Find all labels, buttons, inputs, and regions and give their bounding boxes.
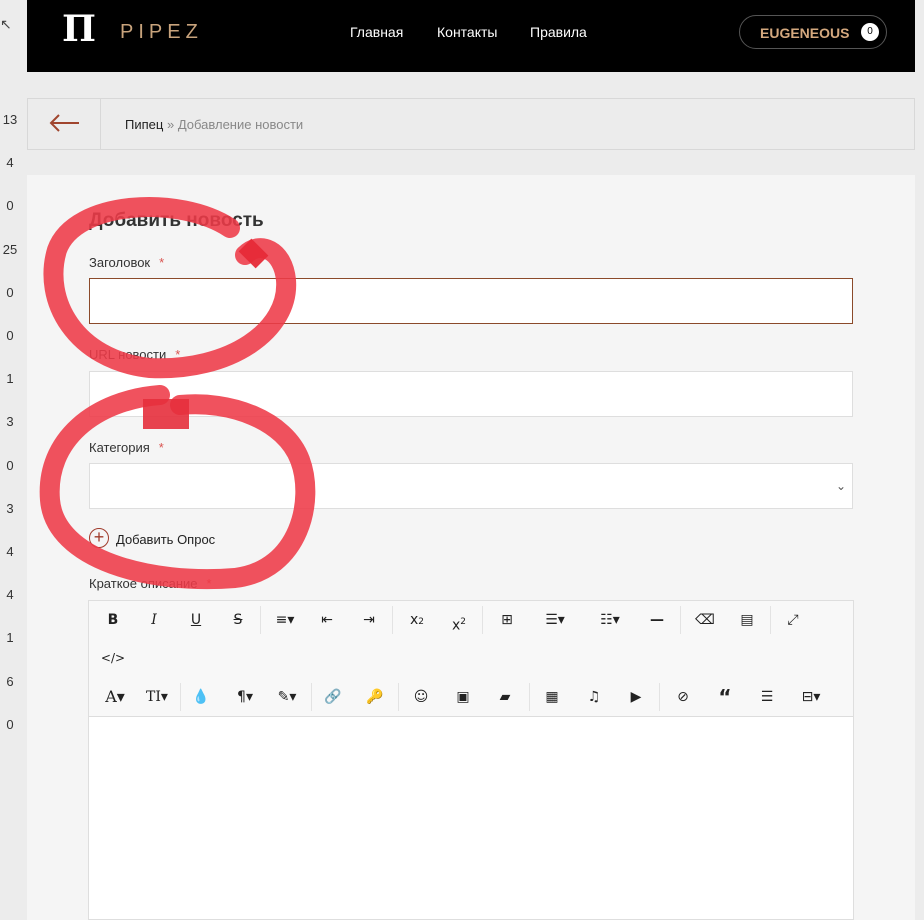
toolbar-separator <box>180 683 181 711</box>
outdent-icon[interactable]: ⇤ <box>309 605 345 635</box>
paste-word-icon[interactable]: ▤ <box>729 605 765 635</box>
site-logo-text[interactable]: PIPEZ <box>120 21 203 44</box>
username-label: EUGENEOUS <box>760 25 850 41</box>
page-title: Добавить новость <box>89 210 264 231</box>
code-view-icon[interactable]: </> <box>95 643 131 673</box>
chevron-down-icon: ⌄ <box>835 479 846 493</box>
font-size-icon[interactable]: TI▾ <box>137 682 177 712</box>
breadcrumb-separator: » <box>166 117 175 132</box>
underline-icon[interactable]: U <box>178 605 214 635</box>
image-icon[interactable]: ▣ <box>445 682 481 712</box>
toolbar-separator <box>659 683 660 711</box>
spoiler-icon[interactable]: ☰ <box>749 682 785 712</box>
user-menu-button[interactable]: EUGENEOUS 0 <box>739 15 887 49</box>
nav-link-rules[interactable]: Правила <box>530 24 587 40</box>
toolbar-separator <box>680 606 681 634</box>
required-marker: * <box>206 576 212 591</box>
gutter-number: 0 <box>6 717 14 732</box>
italic-icon[interactable]: I <box>136 605 172 635</box>
gutter-number: 0 <box>6 198 14 213</box>
file-manager-icon[interactable]: ▰ <box>487 682 523 712</box>
gutter-number: 1 <box>6 371 14 386</box>
notification-count-badge: 0 <box>861 23 879 41</box>
required-marker: * <box>175 347 181 362</box>
font-family-icon[interactable]: A▾ <box>95 682 135 712</box>
line-number-gutter: 13 4 0 25 0 0 1 3 0 3 4 4 1 6 0 ↖ <box>0 0 27 920</box>
fullscreen-icon[interactable]: ⤢ <box>775 605 811 635</box>
gutter-number: 0 <box>6 285 14 300</box>
editor-content-area[interactable] <box>89 717 853 919</box>
clear-format-icon[interactable]: ⌫ <box>687 605 723 635</box>
editor-toolbar: B I U S ≡▾ ⇤ ⇥ x2 x2 ⊞ ☰▾ ☷▾ — ⌫ ▤ ⤢ </>… <box>89 601 853 717</box>
breadcrumb-home-link[interactable]: Пипец <box>125 117 163 132</box>
gutter-number: 0 <box>6 328 14 343</box>
gutter-number: 25 <box>2 242 18 257</box>
gutter-number: 4 <box>6 544 14 559</box>
table-icon[interactable]: ⊞ <box>489 605 525 635</box>
site-header: П PIPEZ Главная Контакты Правила EUGENEO… <box>27 0 915 72</box>
gutter-number: 0 <box>6 458 14 473</box>
gutter-number: 4 <box>6 587 14 602</box>
hide-icon[interactable]: ⊘ <box>665 682 701 712</box>
video-icon[interactable]: ▶ <box>618 682 654 712</box>
rich-text-editor: B I U S ≡▾ ⇤ ⇥ x2 x2 ⊞ ☰▾ ☷▾ — ⌫ ▤ ⤢ </>… <box>88 600 854 920</box>
gutter-number: 4 <box>6 155 14 170</box>
back-button[interactable] <box>28 99 101 149</box>
bold-icon[interactable]: B <box>95 605 131 635</box>
indent-icon[interactable]: ⇥ <box>351 605 387 635</box>
subscript-icon[interactable]: x2 <box>399 605 435 635</box>
superscript-icon[interactable]: x2 <box>441 605 477 635</box>
required-marker: * <box>159 255 165 270</box>
audio-icon[interactable]: ♫ <box>576 682 612 712</box>
toolbar-separator <box>260 606 261 634</box>
toolbar-separator <box>392 606 393 634</box>
plus-circle-icon: + <box>89 528 109 548</box>
toolbar-separator <box>529 683 530 711</box>
breadcrumb-bar: Пипец » Добавление новости <box>27 98 915 150</box>
ordered-list-icon[interactable]: ☰▾ <box>533 605 577 635</box>
short-description-label: Краткое описание * <box>89 576 212 591</box>
quote-icon[interactable]: “ <box>707 682 743 712</box>
gutter-number: 13 <box>2 112 18 127</box>
align-icon[interactable]: ≡▾ <box>267 605 303 635</box>
breadcrumb-current: Добавление новости <box>177 117 304 132</box>
toolbar-separator <box>311 683 312 711</box>
logo-mark-icon[interactable]: П <box>62 8 96 50</box>
paragraph-icon[interactable]: ¶▾ <box>225 682 265 712</box>
link-icon[interactable]: 🔗 <box>315 682 351 712</box>
emoji-icon[interactable]: ☺ <box>403 682 439 712</box>
gutter-number: 6 <box>6 674 14 689</box>
add-poll-label: Добавить Опрос <box>116 532 216 547</box>
title-input[interactable] <box>89 278 853 324</box>
add-news-form: Добавить новость Заголовок * URL новости *… <box>27 175 915 920</box>
toolbar-separator <box>482 606 483 634</box>
style-icon[interactable]: ✎▾ <box>267 682 307 712</box>
nav-link-home[interactable]: Главная <box>350 24 403 40</box>
page-break-icon[interactable]: ⊟▾ <box>789 682 833 712</box>
required-marker: * <box>158 440 164 455</box>
mouse-cursor-icon: ↖ <box>0 16 12 32</box>
gutter-number: 3 <box>6 414 14 429</box>
color-icon[interactable]: 💧 <box>183 682 219 712</box>
toolbar-separator <box>770 606 771 634</box>
category-field-label: Категория * <box>89 440 164 455</box>
url-input[interactable] <box>89 371 853 417</box>
toolbar-separator <box>398 683 399 711</box>
unordered-list-icon[interactable]: ☷▾ <box>588 605 632 635</box>
key-icon[interactable]: 🔑 <box>357 682 393 712</box>
gutter-number: 1 <box>6 630 14 645</box>
title-field-label: Заголовок * <box>89 255 165 270</box>
url-field-label: URL новости * <box>89 347 181 362</box>
horizontal-rule-icon[interactable]: — <box>639 605 675 635</box>
gutter-number: 3 <box>6 501 14 516</box>
strikethrough-icon[interactable]: S <box>220 605 256 635</box>
arrow-left-icon <box>49 114 79 132</box>
nav-link-contacts[interactable]: Контакты <box>437 24 497 40</box>
breadcrumb: Пипец » Добавление новости <box>125 117 303 132</box>
media-icon[interactable]: ▦ <box>534 682 570 712</box>
category-select[interactable]: ⌄ <box>89 463 853 509</box>
